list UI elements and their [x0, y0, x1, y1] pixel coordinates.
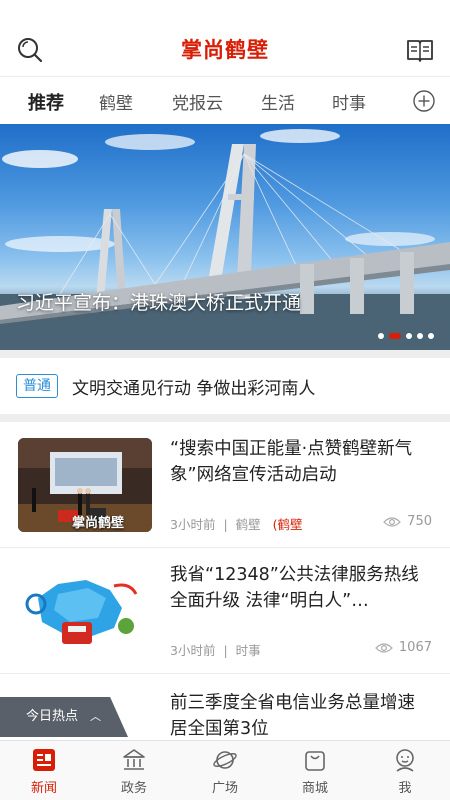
category-tabs: 推荐 鹤壁 党报云 生活 时事	[0, 76, 450, 124]
notice-bar[interactable]: 普通 文明交通见行动 争做出彩河南人	[0, 358, 450, 414]
nav-label: 新闻	[30, 781, 57, 796]
nav-me[interactable]: 我	[375, 747, 435, 796]
tab-recommend[interactable]: 推荐	[28, 89, 64, 115]
news-time: 3小时前	[170, 643, 216, 658]
tab-hebi[interactable]: 鹤壁	[99, 89, 133, 114]
news-title[interactable]: 我省“12348”公共法律服务热线全面升级 法律“明白人”…	[170, 562, 432, 614]
notice-badge: 普通	[16, 374, 58, 398]
shopping-bag-icon	[305, 751, 325, 771]
book-icon[interactable]	[406, 36, 434, 64]
user-icon	[396, 749, 414, 772]
news-source-tag: (鹤壁	[272, 517, 303, 532]
planet-icon	[213, 751, 237, 769]
add-tab-icon[interactable]	[412, 89, 436, 113]
banner-headline[interactable]: 习近平宣布：港珠澳大桥正式开通	[16, 288, 301, 315]
hot-topics-label: 今日热点	[26, 709, 79, 724]
chevron-up-icon: ︿	[90, 710, 102, 723]
nav-label: 我	[398, 781, 412, 796]
news-category: 鹤壁	[235, 517, 261, 532]
nav-label: 广场	[211, 781, 238, 796]
news-time: 3小时前	[170, 517, 216, 532]
nav-news[interactable]: 新闻	[14, 747, 74, 796]
news-views: 750	[383, 514, 432, 529]
news-meta: 3小时前 | 鹤壁 (鹤壁	[170, 517, 303, 532]
view-count: 1067	[398, 640, 432, 655]
news-meta: 3小时前 | 时事	[170, 643, 261, 658]
nav-mall[interactable]: 商城	[285, 747, 345, 796]
carousel-dot[interactable]	[406, 333, 412, 339]
tab-life[interactable]: 生活	[261, 89, 295, 114]
nav-label: 商城	[301, 781, 328, 796]
carousel-dot[interactable]	[378, 333, 384, 339]
carousel-indicator	[378, 332, 434, 340]
tab-party-cloud[interactable]: 党报云	[172, 89, 223, 114]
news-item[interactable]: 我省“12348”公共法律服务热线全面升级 法律“明白人”… 3小时前 | 时事…	[0, 548, 450, 674]
news-title[interactable]: “搜索中国正能量·点赞鹤壁新气象”网络宣传活动启动	[170, 436, 432, 488]
thumbnail-watermark: 掌尚鹤壁	[72, 516, 125, 531]
tab-current-affairs[interactable]: 时事	[332, 89, 366, 114]
banner-carousel[interactable]: 习近平宣布：港珠澳大桥正式开通	[0, 124, 450, 350]
app-header: 掌尚鹤壁	[0, 0, 450, 76]
hot-topics-toggle[interactable]: 今日热点 ︿	[0, 697, 128, 737]
news-thumbnail	[18, 564, 152, 658]
carousel-dot-active[interactable]	[389, 333, 401, 339]
news-icon	[33, 749, 55, 771]
notice-text[interactable]: 文明交通见行动 争做出彩河南人	[72, 374, 315, 399]
eye-icon	[383, 516, 402, 527]
carousel-dot[interactable]	[428, 333, 434, 339]
app-logo: 掌尚鹤壁	[181, 37, 269, 62]
bottom-nav: 新闻 政务 广场 商城 我	[0, 740, 450, 800]
carousel-dot[interactable]	[417, 333, 423, 339]
news-views: 1067	[375, 640, 432, 655]
bridge-photo	[0, 129, 450, 350]
divider	[0, 350, 450, 358]
nav-label: 政务	[120, 781, 147, 796]
view-count: 750	[407, 514, 432, 529]
nav-government[interactable]: 政务	[104, 747, 164, 796]
government-icon	[123, 749, 145, 770]
divider	[0, 414, 450, 422]
news-title[interactable]: 前三季度全省电信业务总量增速居全国第3位	[170, 690, 432, 740]
nav-plaza[interactable]: 广场	[195, 747, 255, 796]
news-category: 时事	[235, 643, 261, 658]
news-item[interactable]: 掌尚鹤壁 “搜索中国正能量·点赞鹤壁新气象”网络宣传活动启动 3小时前 | 鹤壁…	[0, 422, 450, 548]
news-thumbnail: 掌尚鹤壁	[18, 438, 152, 532]
eye-icon	[375, 642, 393, 653]
